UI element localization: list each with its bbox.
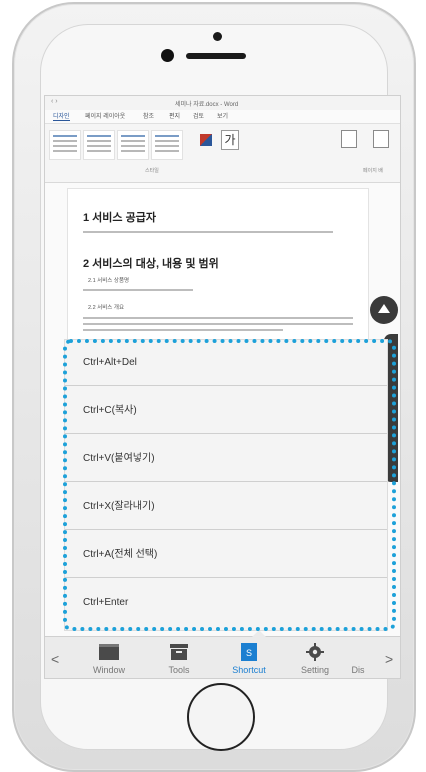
- tab-references[interactable]: 참조: [143, 111, 154, 120]
- style-thumbnail[interactable]: [49, 130, 81, 160]
- front-camera: [161, 49, 174, 62]
- toolbar-tools[interactable]: Tools: [149, 639, 209, 678]
- doc-text-line: [83, 317, 353, 319]
- toolbar-label: Tools: [168, 665, 190, 675]
- group-label-page: 페이지 배: [363, 168, 383, 174]
- shortcut-item[interactable]: Ctrl+Enter: [65, 580, 387, 626]
- toolbar-shortcut[interactable]: S Shortcut: [219, 639, 279, 678]
- tab-view[interactable]: 보기: [217, 111, 228, 120]
- shortcut-icon: S: [241, 643, 257, 661]
- doc-subheading: 2.1 서비스 상품명: [88, 278, 130, 284]
- ribbon: 가 스타일 페이지 배: [45, 123, 400, 183]
- doc-text-line: [83, 329, 283, 331]
- style-thumbnail[interactable]: [151, 130, 183, 160]
- doc-heading-2: 2 서비스의 대상, 내용 및 범위: [83, 258, 219, 270]
- toolbar-label: Dis: [351, 665, 365, 675]
- tools-icon: [170, 644, 188, 660]
- document-title: 세미나 자료.docx - Word: [175, 102, 239, 108]
- shortcut-item[interactable]: Ctrl+A(전체 선택): [65, 532, 387, 578]
- back-icon[interactable]: ‹ ›: [51, 98, 58, 105]
- toolbar-display[interactable]: Dis: [343, 639, 373, 678]
- screen: ‹ › 세미나 자료.docx - Word 디자인 페이지 레이아웃 참조 편…: [44, 95, 401, 679]
- toolbar-label: Setting: [300, 665, 330, 675]
- style-thumbnail[interactable]: [117, 130, 149, 160]
- shortcut-item[interactable]: Ctrl+Alt+Del: [65, 340, 387, 386]
- window-icon: [99, 644, 119, 660]
- toolbar-window[interactable]: Window: [79, 639, 139, 678]
- doc-text-line: [83, 289, 193, 291]
- document-page[interactable]: 1 서비스 공급자 2 서비스의 대상, 내용 및 범위 2.1 서비스 상품명…: [67, 188, 369, 360]
- toolbar-prev-arrow[interactable]: <: [51, 651, 59, 667]
- shortcut-item[interactable]: Ctrl+V(붙여넣기): [65, 436, 387, 482]
- style-thumbnail[interactable]: [83, 130, 115, 160]
- tab-design[interactable]: 디자인: [53, 111, 70, 121]
- earpiece-speaker: [186, 53, 246, 59]
- proximity-sensor: [213, 32, 222, 41]
- watermark-icon[interactable]: [341, 130, 357, 148]
- ribbon-tabs: 디자인 페이지 레이아웃 참조 편지 검토 보기: [45, 110, 400, 122]
- toolbar-setting[interactable]: Setting: [285, 639, 345, 678]
- tab-mailings[interactable]: 편지: [169, 111, 180, 120]
- toolbar-label: Window: [92, 665, 125, 675]
- word-titlebar: ‹ › 세미나 자료.docx - Word: [45, 96, 400, 110]
- toolbar-label: Shortcut: [232, 665, 266, 675]
- gear-icon: [306, 643, 324, 661]
- color-palette-icon[interactable]: [200, 134, 212, 146]
- doc-text-line: [83, 231, 333, 233]
- toolbar-next-arrow[interactable]: >: [385, 651, 393, 667]
- shortcut-list-panel: Ctrl+Alt+Del Ctrl+C(복사) Ctrl+V(붙여넣기) Ctr…: [65, 340, 387, 630]
- home-button[interactable]: [187, 683, 255, 751]
- doc-text-line: [83, 323, 353, 325]
- tab-review[interactable]: 검토: [193, 111, 204, 120]
- bottom-toolbar: < Window Tools S Shortcut Setting Dis >: [45, 630, 400, 678]
- doc-heading-1: 1 서비스 공급자: [83, 212, 156, 224]
- font-style-button[interactable]: 가: [221, 130, 239, 150]
- active-caret: [252, 630, 266, 637]
- doc-subheading: 2.2 서비스 개요: [88, 305, 125, 311]
- page-color-icon[interactable]: [373, 130, 389, 148]
- scroll-up-button[interactable]: [370, 296, 398, 324]
- shortcut-item[interactable]: Ctrl+C(복사): [65, 388, 387, 434]
- svg-text:S: S: [246, 648, 252, 658]
- shortcut-item[interactable]: Ctrl+X(잘라내기): [65, 484, 387, 530]
- group-label-styles: 스타일: [145, 168, 159, 174]
- tab-page-layout[interactable]: 페이지 레이아웃: [85, 111, 125, 120]
